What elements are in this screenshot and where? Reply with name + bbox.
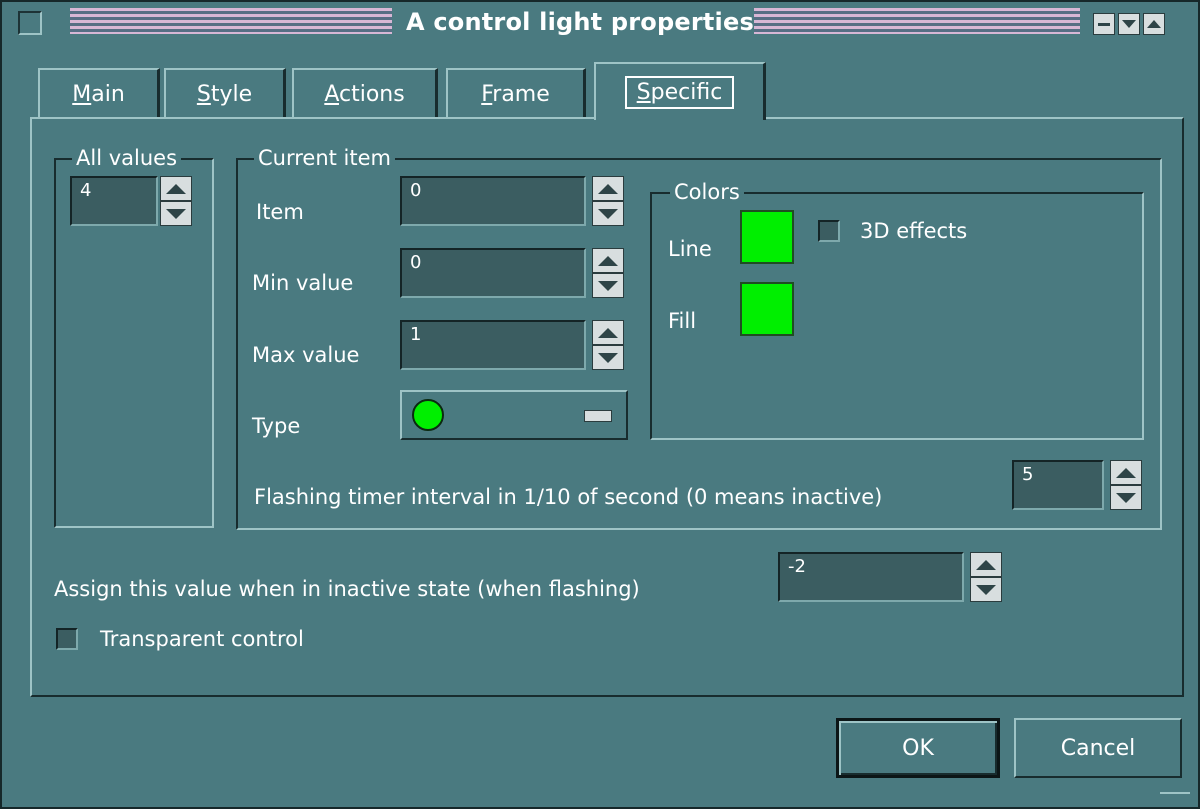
max-value-spinner[interactable] bbox=[592, 320, 624, 370]
arrow-down-icon bbox=[166, 208, 186, 219]
spin-up-button[interactable] bbox=[592, 248, 624, 273]
arrow-up-icon bbox=[598, 183, 618, 194]
titlebar-stripes-right[interactable] bbox=[754, 8, 1080, 34]
min-value-field[interactable]: 0 bbox=[400, 248, 586, 298]
spin-up-button[interactable] bbox=[970, 552, 1002, 577]
triangle-down-icon bbox=[1122, 20, 1136, 28]
circle-light-icon bbox=[412, 399, 444, 431]
flashing-timer-field[interactable]: 5 bbox=[1012, 460, 1104, 510]
line-color-swatch[interactable] bbox=[740, 210, 794, 264]
item-spinner[interactable] bbox=[592, 176, 624, 226]
arrow-up-icon bbox=[166, 183, 186, 194]
resize-grip-icon[interactable] bbox=[1160, 792, 1190, 800]
inactive-value-spinner[interactable] bbox=[970, 552, 1002, 602]
arrow-down-icon bbox=[976, 584, 996, 595]
spin-up-button[interactable] bbox=[592, 320, 624, 345]
minimize-icon bbox=[1098, 22, 1110, 26]
tab-main[interactable]: Main bbox=[38, 68, 160, 118]
window-title: A control light properties bbox=[406, 8, 754, 36]
titlebar-stripes-left[interactable] bbox=[70, 8, 392, 34]
spin-up-button[interactable] bbox=[592, 176, 624, 201]
transparent-control-label: Transparent control bbox=[100, 627, 304, 651]
maximize-button[interactable] bbox=[1143, 13, 1165, 35]
tab-style[interactable]: Style bbox=[164, 68, 286, 118]
item-label: Item bbox=[256, 200, 304, 224]
spin-down-button[interactable] bbox=[592, 273, 624, 298]
spin-up-button[interactable] bbox=[160, 176, 192, 201]
all-values-field[interactable]: 4 bbox=[70, 176, 158, 226]
item-field[interactable]: 0 bbox=[400, 176, 586, 226]
spin-down-button[interactable] bbox=[160, 201, 192, 226]
ok-button[interactable]: OK bbox=[836, 718, 1000, 778]
max-value-field[interactable]: 1 bbox=[400, 320, 586, 370]
type-label: Type bbox=[252, 414, 301, 438]
system-menu-button[interactable] bbox=[18, 11, 42, 35]
3d-effects-checkbox[interactable] bbox=[818, 220, 840, 242]
tab-label: Main bbox=[72, 81, 125, 107]
tab-label: Actions bbox=[324, 81, 405, 107]
spin-down-button[interactable] bbox=[592, 345, 624, 370]
arrow-up-icon bbox=[1116, 467, 1136, 478]
inactive-value-label: Assign this value when in inactive state… bbox=[54, 577, 640, 601]
arrow-up-icon bbox=[598, 255, 618, 266]
tab-label: Style bbox=[196, 81, 253, 107]
tab-label: Specific bbox=[624, 75, 735, 109]
flashing-timer-label: Flashing timer interval in 1/10 of secon… bbox=[254, 485, 883, 509]
arrow-down-icon bbox=[1116, 492, 1136, 503]
tab-specific[interactable]: Specific bbox=[594, 62, 766, 120]
arrow-down-icon bbox=[598, 280, 618, 291]
current-item-legend: Current item bbox=[254, 146, 395, 170]
transparent-control-checkbox[interactable] bbox=[56, 628, 78, 650]
tab-actions[interactable]: Actions bbox=[292, 68, 438, 118]
spin-down-button[interactable] bbox=[970, 577, 1002, 602]
tab-frame[interactable]: Frame bbox=[446, 68, 586, 118]
3d-effects-label: 3D effects bbox=[860, 219, 968, 243]
min-value-spinner[interactable] bbox=[592, 248, 624, 298]
all-values-legend: All values bbox=[72, 146, 182, 170]
spin-up-button[interactable] bbox=[1110, 460, 1142, 485]
arrow-up-icon bbox=[976, 559, 996, 570]
dropdown-handle-icon bbox=[584, 410, 612, 422]
tab-label: Frame bbox=[481, 81, 550, 107]
arrow-down-icon bbox=[598, 208, 618, 219]
shade-down-button[interactable] bbox=[1118, 13, 1140, 35]
fill-color-swatch[interactable] bbox=[740, 282, 794, 336]
fill-color-label: Fill bbox=[668, 309, 697, 333]
flashing-timer-spinner[interactable] bbox=[1110, 460, 1142, 510]
min-value-label: Min value bbox=[252, 271, 354, 295]
minimize-button[interactable] bbox=[1093, 13, 1115, 35]
inactive-value-field[interactable]: -2 bbox=[778, 552, 964, 602]
arrow-down-icon bbox=[598, 352, 618, 363]
type-dropdown[interactable] bbox=[400, 390, 628, 440]
spin-down-button[interactable] bbox=[592, 201, 624, 226]
max-value-label: Max value bbox=[252, 343, 360, 367]
cancel-button[interactable]: Cancel bbox=[1014, 718, 1182, 778]
triangle-up-icon bbox=[1147, 20, 1161, 28]
arrow-up-icon bbox=[598, 327, 618, 338]
colors-legend: Colors bbox=[670, 180, 744, 204]
line-color-label: Line bbox=[668, 237, 712, 261]
all-values-spinner[interactable] bbox=[160, 176, 192, 226]
spin-down-button[interactable] bbox=[1110, 485, 1142, 510]
